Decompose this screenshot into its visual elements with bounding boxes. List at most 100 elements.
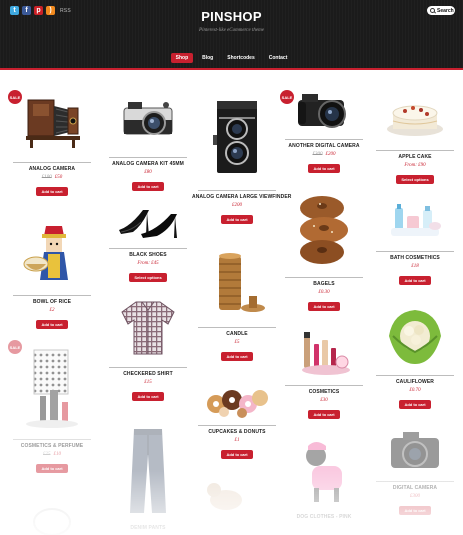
search-button[interactable]: Search (427, 6, 455, 15)
divider (198, 327, 276, 328)
add-to-cart-button[interactable]: Add to cart (36, 187, 68, 196)
product-card[interactable]: SALE COSMETICS & PERFUME £25 £10 Add to c… (7, 340, 97, 475)
product-card[interactable]: SALE ANALOG CAMERA £100 £50 Add to cart (7, 90, 97, 198)
divider (109, 367, 187, 368)
product-title[interactable]: CUPCAKES & DONUTS (192, 429, 282, 435)
site-logo[interactable]: PINSHOP (0, 9, 463, 24)
add-to-cart-button[interactable]: Add to cart (399, 276, 431, 285)
divider (198, 190, 276, 191)
select-options-button[interactable]: Select options (396, 175, 434, 184)
product-title[interactable]: CHECKERED SHIRT (103, 371, 193, 377)
product-image[interactable] (383, 306, 447, 366)
product-price: £0.30 (318, 290, 330, 295)
sale-price: £50 (54, 175, 63, 180)
product-image[interactable] (383, 95, 447, 139)
divider (285, 385, 363, 386)
product-title[interactable]: APPLE CAKE (370, 154, 460, 160)
add-to-cart-button[interactable]: Add to cart (132, 392, 164, 401)
product-title[interactable]: COSMETICS (279, 389, 369, 395)
product-price: From: £90 (404, 163, 426, 168)
product-title[interactable]: DIGITAL CAMERA (370, 485, 460, 491)
product-card[interactable]: CANDLE £5 Add to cart (192, 248, 282, 363)
product-price: £80 (144, 170, 152, 175)
product-title[interactable]: BAGELS (279, 281, 369, 287)
divider (13, 295, 91, 296)
divider (376, 481, 454, 482)
product-image[interactable] (292, 90, 356, 132)
product-price: £2 (49, 308, 55, 313)
product-title[interactable]: BOWL OF RICE (7, 299, 97, 305)
product-title[interactable]: ANOTHER DIGITAL CAMERA (279, 143, 369, 149)
add-to-cart-button[interactable]: Add to cart (308, 164, 340, 173)
product-price: £1 (234, 438, 240, 443)
product-image[interactable] (292, 328, 356, 378)
product-card[interactable]: ANALOG CAMERA KIT 45MM £80 Add to cart (103, 90, 193, 193)
product-image[interactable] (205, 95, 269, 181)
divider (285, 139, 363, 140)
product-card[interactable]: CUPCAKES & DONUTS £1 Add to cart (192, 382, 282, 461)
product-image[interactable] (383, 426, 447, 474)
product-title[interactable]: DENIM PANTS (103, 525, 193, 531)
add-to-cart-button[interactable]: Add to cart (308, 410, 340, 419)
product-image[interactable] (200, 478, 250, 516)
add-to-cart-button[interactable]: Add to cart (399, 400, 431, 409)
nav-contact[interactable]: Contact (264, 53, 293, 63)
product-image[interactable] (292, 440, 356, 506)
product-card[interactable]: COSMETICS £30 Add to cart (279, 328, 369, 421)
add-to-cart-button[interactable]: Add to cart (399, 506, 431, 515)
nav-blog[interactable]: Blog (197, 53, 218, 63)
product-image[interactable] (20, 222, 84, 286)
divider (376, 375, 454, 376)
add-to-cart-button[interactable]: Add to cart (36, 464, 68, 473)
add-to-cart-button[interactable]: Add to cart (221, 352, 253, 361)
product-card[interactable]: BAGELS £0.30 Add to cart (279, 190, 369, 313)
select-options-button[interactable]: Select options (129, 273, 167, 282)
product-image[interactable] (292, 190, 356, 270)
old-price: £300 (312, 152, 323, 157)
nav-shop[interactable]: Shop (170, 53, 194, 63)
product-price: £0.70 (409, 388, 421, 393)
product-card[interactable]: DENIM PANTS (103, 425, 193, 531)
product-title[interactable]: BATH COSMETHICS (370, 255, 460, 261)
add-to-cart-button[interactable]: Add to cart (132, 182, 164, 191)
product-card[interactable]: DOG CLOTHES - PINK (279, 440, 369, 520)
product-card[interactable]: BOWL OF RICE £2 Add to cart (7, 222, 97, 331)
product-image[interactable] (113, 200, 183, 240)
product-title[interactable]: DOG CLOTHES - PINK (279, 514, 369, 520)
product-image[interactable] (116, 90, 180, 146)
product-card[interactable]: CHECKERED SHIRT £15 Add to cart (103, 296, 193, 403)
product-card[interactable]: BATH COSMETHICS £18 Add to cart (370, 198, 460, 287)
product-image[interactable] (202, 382, 272, 418)
add-to-cart-button[interactable]: Add to cart (308, 302, 340, 311)
product-title[interactable]: CANDLE (192, 331, 282, 337)
product-title[interactable]: ANALOG CAMERA LARGE VIEWFINDER (192, 194, 291, 200)
old-price: £100 (41, 175, 52, 180)
product-card[interactable]: ANALOG CAMERA LARGE VIEWFINDER £200 Add … (192, 95, 291, 226)
add-to-cart-button[interactable]: Add to cart (221, 450, 253, 459)
product-price: £200 (232, 203, 242, 208)
add-to-cart-button[interactable]: Add to cart (36, 320, 68, 329)
product-title[interactable]: BLACK SHOES (103, 252, 193, 258)
add-to-cart-button[interactable]: Add to cart (221, 215, 253, 224)
nav-shortcodes[interactable]: Shortcodes (222, 53, 260, 63)
product-title[interactable]: ANALOG CAMERA (7, 166, 97, 172)
old-price: £25 (43, 452, 51, 457)
product-title[interactable]: CAULIFLOWER (370, 379, 460, 385)
product-price: £30 (320, 398, 328, 403)
product-image[interactable] (116, 296, 180, 358)
product-image[interactable] (28, 502, 76, 535)
product-image[interactable] (205, 248, 269, 318)
product-card[interactable]: CAULIFLOWER £0.70 Add to cart (370, 306, 460, 411)
product-title[interactable]: COSMETICS & PERFUME (7, 443, 97, 449)
divider (198, 425, 276, 426)
search-label: Search (437, 7, 454, 14)
product-card[interactable]: DIGITAL CAMERA £300 Add to cart (370, 426, 460, 517)
product-image[interactable] (20, 90, 84, 152)
product-title[interactable]: ANALOG CAMERA KIT 45MM (103, 161, 193, 167)
product-image[interactable] (116, 425, 180, 517)
product-card[interactable]: BLACK SHOES From: £45 Select options (103, 200, 193, 284)
product-image[interactable] (20, 340, 84, 432)
product-card[interactable]: APPLE CAKE From: £90 Select options (370, 95, 460, 186)
product-card[interactable]: SALE ANOTHER DIGITAL CAMERA £300 £200 Add… (279, 90, 369, 175)
product-image[interactable] (383, 198, 447, 242)
